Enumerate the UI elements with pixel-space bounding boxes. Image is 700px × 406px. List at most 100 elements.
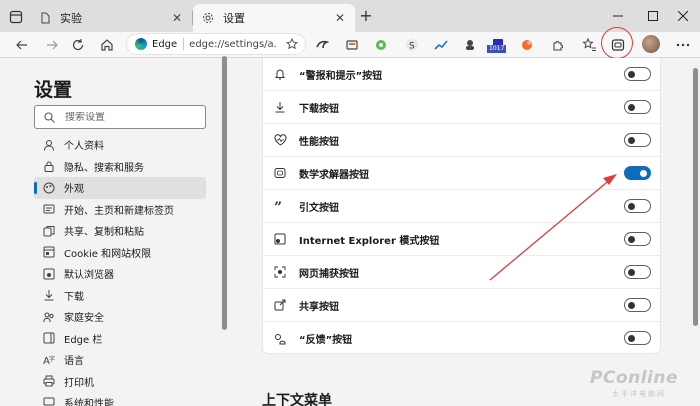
web-capture-icon (273, 265, 287, 279)
home-icon[interactable] (96, 34, 118, 56)
sidebar-item-label: 打印机 (64, 377, 94, 389)
sidebar-item-edge-bar[interactable]: Edge 栏 (34, 328, 206, 350)
sidebar-item-share-copy[interactable]: 共享、复制和粘贴 (34, 220, 206, 242)
alerts-toggle[interactable] (624, 67, 651, 81)
setting-row-feedback: “反馈”按钮 (263, 322, 662, 355)
sidebar-item-family[interactable]: 家庭安全 (34, 306, 206, 328)
main-scrollbar[interactable] (693, 68, 698, 326)
download-icon (42, 288, 56, 302)
toggle-knob (628, 136, 635, 144)
extension-icon[interactable] (343, 36, 361, 54)
svg-text:字: 字 (49, 355, 55, 363)
sidebar-item-start-home[interactable]: 开始、主页和新建标签页 (34, 199, 206, 221)
page-title: 设置 (34, 79, 73, 101)
math-solver-toggle[interactable] (624, 166, 651, 180)
sidebar-item-languages[interactable]: A字 语言 (34, 349, 206, 371)
setting-label: 网页捕获按钮 (299, 268, 359, 280)
downloads-toggle[interactable] (624, 100, 651, 114)
setting-row-math-solver: 数学求解器按钮 (263, 157, 662, 190)
watermark-logo: PConline (590, 368, 679, 388)
add-favorite-icon[interactable] (285, 37, 299, 51)
close-window-icon[interactable] (673, 6, 693, 26)
sidebar-item-system[interactable]: 系统和性能 (34, 392, 206, 406)
sidebar-scrollbar[interactable] (222, 56, 227, 330)
toolbar-buttons-card: “警报和提示”按钮 下载按钮 性能按钮 数学求解器按钮 ” 引文按钮 Inter… (262, 58, 662, 355)
address-bar[interactable]: Edge edge://settings/a... (126, 33, 306, 55)
minimize-icon[interactable] (608, 6, 628, 26)
system-icon (42, 396, 56, 406)
gear-icon (201, 11, 215, 25)
citations-toggle[interactable] (624, 199, 651, 213)
setting-row-citations: ” 引文按钮 (263, 190, 662, 223)
feedback-toggle[interactable] (624, 331, 651, 345)
tab-title: 实验 (60, 12, 82, 25)
setting-row-downloads: 下载按钮 (263, 91, 662, 124)
extension-icon[interactable] (518, 36, 536, 54)
sidebar-item-label: 外观 (64, 184, 84, 196)
web-capture-toggle[interactable] (624, 265, 651, 279)
toggle-knob (628, 70, 635, 78)
favorites-icon[interactable] (580, 36, 598, 54)
bell-icon (273, 67, 287, 81)
tab-experiment[interactable]: 实验 ✕ (30, 4, 192, 32)
refresh-icon[interactable] (67, 34, 89, 56)
close-icon[interactable]: ✕ (170, 11, 184, 25)
extension-icon[interactable] (461, 36, 479, 54)
new-tab-button[interactable]: + (356, 7, 376, 27)
settings-nav: 个人资料 隐私、搜索和服务 外观 开始、主页和新建标签页 共享、复制和粘贴 Co… (34, 134, 206, 406)
search-box[interactable] (34, 105, 206, 129)
extension-icon[interactable] (313, 36, 331, 54)
toggle-knob (628, 334, 635, 342)
tab-strip: 实验 ✕ 设置 ✕ + (0, 0, 700, 32)
setting-label: 引文按钮 (299, 202, 339, 214)
math-solver-icon (273, 166, 287, 180)
sidebar-item-cookies[interactable]: Cookie 和网站权限 (34, 242, 206, 264)
edge-logo-icon (135, 38, 147, 50)
sidebar-item-profiles[interactable]: 个人资料 (34, 134, 206, 156)
tab-actions-icon[interactable] (6, 7, 26, 27)
forward-icon[interactable] (41, 34, 63, 56)
back-icon[interactable] (11, 34, 33, 56)
avatar[interactable] (642, 35, 660, 53)
search-input[interactable] (65, 111, 195, 123)
home-icon (42, 202, 56, 216)
person-icon (42, 138, 56, 152)
toggle-knob (640, 169, 647, 177)
share-toggle[interactable] (624, 298, 651, 312)
heart-pulse-icon (273, 133, 287, 147)
more-options-icon[interactable] (674, 36, 692, 54)
tab-settings[interactable]: 设置 ✕ (193, 4, 355, 32)
cookie-icon (42, 245, 56, 259)
share-icon (273, 298, 287, 312)
maximize-icon[interactable] (643, 6, 663, 26)
performance-toggle[interactable] (624, 133, 651, 147)
language-icon: A字 (42, 353, 56, 367)
browser-icon (42, 267, 56, 281)
extension-icon[interactable] (372, 36, 390, 54)
sidebar-item-appearance[interactable]: 外观 (34, 177, 206, 199)
search-icon (43, 111, 55, 123)
download-icon (273, 100, 287, 114)
document-icon (38, 11, 52, 25)
address-url[interactable]: edge://settings/a... (189, 39, 277, 50)
sidebar-item-label: 共享、复制和粘贴 (64, 227, 144, 239)
close-icon[interactable]: ✕ (333, 11, 347, 25)
extension-icon[interactable]: S (403, 36, 421, 54)
sidebar-item-privacy[interactable]: 隐私、搜索和服务 (34, 156, 206, 178)
setting-row-share: 共享按钮 (263, 289, 662, 322)
sidebar-item-label: Edge 栏 (64, 334, 103, 346)
setting-label: 下载按钮 (299, 103, 339, 115)
sidebar-item-label: Cookie 和网站权限 (64, 248, 152, 260)
ie-mode-toggle[interactable] (624, 232, 651, 246)
feedback-icon (273, 332, 287, 346)
extension-icon[interactable] (432, 36, 450, 54)
sidebar-item-downloads[interactable]: 下载 (34, 285, 206, 307)
extensions-puzzle-icon[interactable] (549, 36, 567, 54)
sidebar-item-printers[interactable]: 打印机 (34, 371, 206, 393)
sidebar-item-label: 下载 (64, 291, 84, 303)
address-site-name: Edge (152, 38, 178, 50)
settings-main: “警报和提示”按钮 下载按钮 性能按钮 数学求解器按钮 ” 引文按钮 Inter… (228, 58, 700, 406)
family-icon (42, 310, 56, 324)
sidebar-item-default-browser[interactable]: 默认浏览器 (34, 263, 206, 285)
lock-icon (42, 159, 56, 173)
